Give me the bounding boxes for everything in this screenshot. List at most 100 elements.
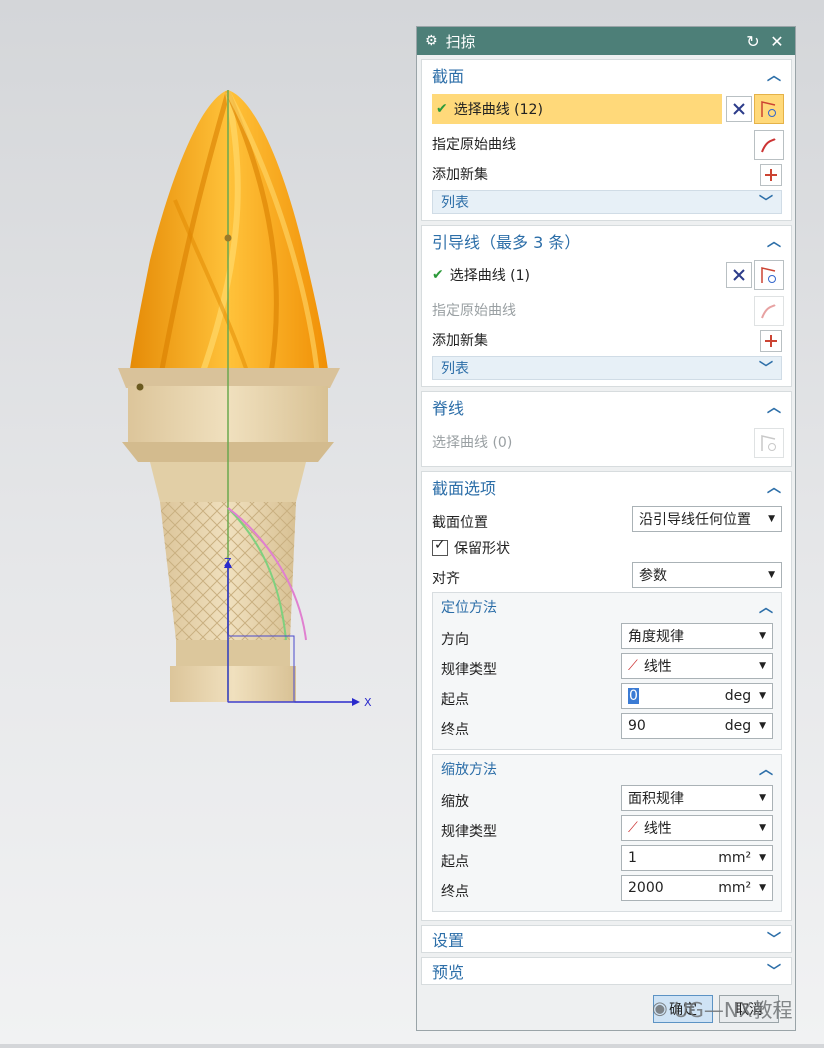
guide-specify-original-button[interactable] [754,296,784,326]
ice-cream-model [118,90,360,706]
section-position-dropdown[interactable]: 沿引导线任何位置 ▼ [632,506,782,532]
reverse-direction-icon [733,103,745,115]
direction-dropdown[interactable]: 角度规律 ▼ [621,623,773,649]
curve-rule-icon [761,267,776,283]
start-angle-value: 0 [628,688,639,704]
chevron-down-icon: ﹀ [759,361,773,377]
z-axis-label: Z [224,556,232,569]
preview-group[interactable]: 预览 ﹀ [421,957,792,985]
reverse-direction-icon [733,269,745,281]
chevron-up-icon[interactable]: ︿ [767,397,781,417]
preview-header[interactable]: 预览 ﹀ [422,958,791,984]
gear-icon[interactable]: ⚙ [425,33,438,49]
preserve-shape-checkbox[interactable]: 保留形状 [432,537,510,558]
align-value: 参数 [639,568,667,584]
guide-group-header[interactable]: 引导线（最多 3 条） ︿ [422,226,791,256]
guide-specify-original-label: 指定原始曲线 [432,303,516,319]
guide-add-new-set: 添加新集 [432,330,781,350]
start-label: 起点 [441,692,469,708]
graphics-viewport[interactable]: Z X [0,0,416,1044]
guide-list-label: 列表 [441,361,469,377]
add-set-icon [765,335,777,347]
spine-group: 脊线 ︿ 选择曲线 (0) [421,391,792,467]
end-angle-input[interactable]: 90 deg ▼ [621,713,773,739]
scaling-end-input[interactable]: 2000 mm² ▼ [621,875,773,901]
guide-group-title: 引导线（最多 3 条） [432,233,581,252]
settings-header[interactable]: 设置 ﹀ [422,926,791,952]
scaling-start-input[interactable]: 1 mm² ▼ [621,845,773,871]
start-angle-unit: deg [724,688,752,704]
curve-rule-button[interactable] [754,94,784,124]
check-icon: ✔ [432,267,444,283]
section-options-title: 截面选项 [432,479,497,498]
add-new-set-button[interactable] [760,330,782,352]
settings-group[interactable]: 设置 ﹀ [421,925,792,953]
law-type-dropdown[interactable]: ⟋ 线性 ▼ [621,653,773,679]
spine-group-title: 脊线 [432,399,465,418]
end-angle-value: 90 [628,718,646,734]
scaling-law-type-value: 线性 [643,821,672,837]
dropdown-arrow-icon[interactable]: ▼ [759,721,766,731]
chevron-up-icon[interactable]: ︿ [759,759,773,779]
scaling-title: 缩放方法 [441,762,497,778]
section-select-curve[interactable]: ✔ 选择曲线 (12) [432,94,722,124]
dropdown-arrow-icon[interactable]: ▼ [759,883,766,893]
dropdown-arrow-icon: ▼ [768,514,775,524]
start-angle-input[interactable]: 0 deg ▼ [621,683,773,709]
dropdown-arrow-icon: ▼ [759,631,766,641]
guide-list-toggle[interactable]: 列表 ﹀ [432,356,782,380]
specify-original-curve-button[interactable] [754,130,784,160]
direction-label: 方向 [441,632,469,648]
reset-icon[interactable]: ↻ [743,32,763,51]
sweep-dialog: ⚙ 扫掠 ↻ ✕ 截面 ︿ ✔ 选择曲线 (12) 指定原始曲线 添加新集 列表… [416,26,796,1031]
reverse-direction-button[interactable] [726,262,752,288]
checkbox-checked-icon[interactable] [432,537,448,556]
scaling-law-type-dropdown[interactable]: ⟋ 线性 ▼ [621,815,773,841]
spine-curve-rule-button[interactable] [754,428,784,458]
align-dropdown[interactable]: 参数 ▼ [632,562,782,588]
scaling-subgroup: 缩放方法 ︿ 缩放 面积规律 ▼ 规律类型 ⟋ 线性 ▼ 起点 1 mm² ▼ … [432,754,782,912]
align-label: 对齐 [432,571,460,587]
curve-rule-button[interactable] [754,260,784,290]
settings-title: 设置 [432,931,465,950]
scale-dropdown[interactable]: 面积规律 ▼ [621,785,773,811]
dropdown-arrow-icon: ▼ [768,570,775,580]
direction-value: 角度规律 [628,629,684,645]
section-position-label: 截面位置 [432,515,488,531]
scaling-start-value: 1 [628,850,637,866]
orientation-title: 定位方法 [441,600,497,616]
spine-select-curve[interactable]: 选择曲线 (0) [432,432,781,452]
chevron-up-icon[interactable]: ︿ [759,597,773,617]
scaling-start-unit: mm² [718,850,752,866]
dialog-titlebar[interactable]: ⚙ 扫掠 ↻ ✕ [417,27,795,55]
section-list-label: 列表 [441,195,469,211]
scale-label: 缩放 [441,794,469,810]
curve-icon [761,304,776,319]
guide-add-new-set-label: 添加新集 [432,333,488,349]
orientation-header[interactable]: 定位方法 ︿ [433,593,781,621]
scaling-header[interactable]: 缩放方法 ︿ [433,755,781,783]
chevron-up-icon[interactable]: ︿ [767,231,781,251]
add-new-set-button[interactable] [760,164,782,186]
watermark: ◉ UG—NX教程 [652,994,793,1023]
chevron-up-icon[interactable]: ︿ [767,65,781,85]
curve-rule-icon [761,435,776,451]
section-options-header[interactable]: 截面选项 ︿ [422,472,791,502]
dropdown-arrow-icon[interactable]: ▼ [759,691,766,701]
wechat-icon: ◉ [652,998,668,1019]
chevron-up-icon[interactable]: ︿ [767,477,781,497]
chevron-down-icon[interactable]: ﹀ [767,929,781,949]
chevron-down-icon[interactable]: ﹀ [767,961,781,981]
scaling-end-unit: mm² [718,880,752,896]
close-icon[interactable]: ✕ [767,32,787,51]
scaling-start-label: 起点 [441,854,469,870]
end-label: 终点 [441,722,469,738]
watermark-text: UG—NX教程 [673,998,793,1022]
linear-law-icon: ⟋ [628,658,638,674]
add-set-icon [765,169,777,181]
section-list-toggle[interactable]: 列表 ﹀ [432,190,782,214]
spine-group-header[interactable]: 脊线 ︿ [422,392,791,422]
reverse-direction-button[interactable] [726,96,752,122]
section-group-header[interactable]: 截面 ︿ [422,60,791,90]
dropdown-arrow-icon[interactable]: ▼ [759,853,766,863]
